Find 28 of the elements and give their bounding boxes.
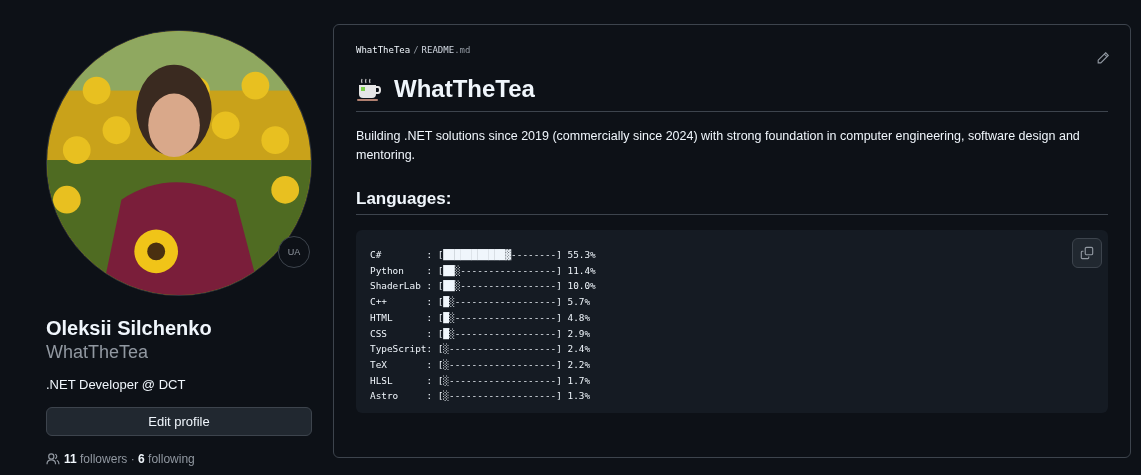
code-line: Python : [██░-----------------] 11.4% (370, 263, 596, 279)
code-line: TypeScript: [░-------------------] 2.4% (370, 342, 591, 357)
code-line: C++ : [█░------------------] 5.7% (370, 295, 591, 310)
code-line: HTML : [█░------------------] 4.8% (370, 310, 591, 326)
copy-icon (1080, 246, 1094, 260)
breadcrumb-file: README (421, 45, 455, 55)
section-heading: Languages: (356, 189, 1108, 215)
pencil-icon[interactable] (1096, 51, 1110, 65)
code-line: TeX : [░-------------------] 2.2% (370, 357, 591, 372)
profile-username: WhatTheTea (46, 341, 150, 364)
breadcrumb-separator: / (413, 45, 419, 55)
readme-description: Building .NET solutions since 2019 (commercially since 2024) with strong foundation in computer engineering, software design and mentoring. (356, 128, 1081, 164)
people-icon (46, 453, 60, 465)
breadcrumb-extension: .md (454, 45, 471, 55)
code-line: HLSL : [░-------------------] 1.7% (370, 373, 591, 388)
code-line: CSS : [█░------------------] 2.9% (370, 326, 591, 342)
code-line: C# : [███████████▓--------] 55.3% (370, 248, 596, 263)
breadcrumb-repo-link[interactable]: WhatTheTea (356, 45, 411, 55)
code-line: ShaderLab : [██░-----------------] 10.0% (370, 279, 596, 294)
code-line: Astro : [░-------------------] 1.3% (370, 389, 591, 404)
profile-name: Oleksii Silchenko (46, 316, 213, 340)
edit-profile-button[interactable]: Edit profile (46, 407, 312, 436)
followers-info[interactable]: 11 followers · 6 following (64, 452, 195, 466)
copy-button[interactable] (1072, 238, 1102, 268)
readme-title: WhatTheTea (394, 75, 535, 103)
tea-cup-icon (356, 77, 382, 101)
profile-bio: .NET Developer @ DCT (46, 376, 187, 394)
country-badge: UA (278, 236, 310, 268)
